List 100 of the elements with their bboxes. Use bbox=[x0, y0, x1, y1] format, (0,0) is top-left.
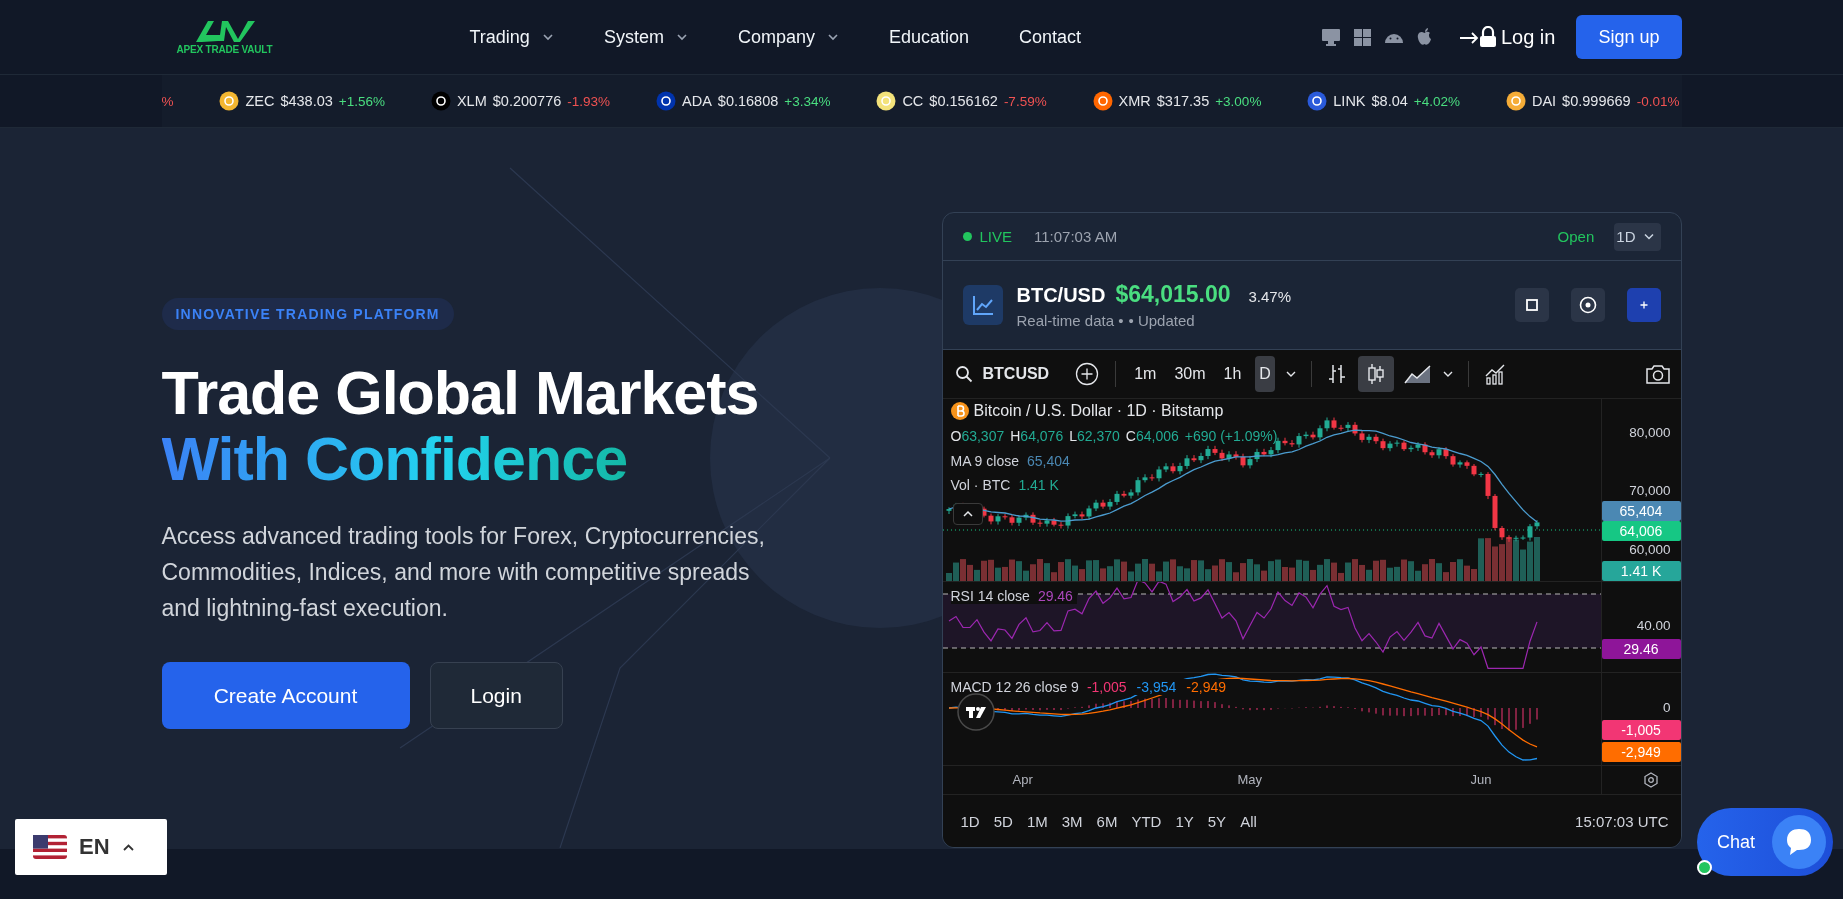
axis-label: 70,000 bbox=[1629, 483, 1671, 498]
price-label: 64,006 bbox=[1601, 521, 1681, 541]
chevron-up-icon bbox=[121, 842, 135, 852]
ohlc-value: 63,307 bbox=[961, 428, 1005, 444]
ticker-change: -1.93% bbox=[567, 93, 611, 109]
pair-name: BTC/USD bbox=[1016, 284, 1106, 307]
range-button[interactable]: 5D bbox=[987, 812, 1019, 830]
nav-link[interactable]: Company bbox=[737, 26, 839, 48]
caret-icon bbox=[1643, 233, 1654, 240]
utc-time: 15:07:03 UTC bbox=[1575, 812, 1669, 830]
create-account-button[interactable]: Create Account bbox=[161, 662, 410, 729]
symbol-search[interactable]: BTCUSD bbox=[982, 365, 1050, 383]
settings-icon[interactable] bbox=[1642, 772, 1659, 788]
monitor-icon[interactable] bbox=[1320, 28, 1341, 46]
clock-time: 11:07:03 AM bbox=[1034, 228, 1118, 245]
interval-tab[interactable]: 1m bbox=[1130, 356, 1161, 392]
caret-icon[interactable] bbox=[1441, 370, 1454, 378]
indicator-value: 65,404 bbox=[1027, 453, 1070, 469]
ticker-symbol: XMR bbox=[1118, 93, 1151, 109]
chat-button[interactable]: Chat bbox=[1697, 808, 1833, 876]
collapse-button[interactable] bbox=[952, 503, 983, 525]
indicator-value: -3,954 bbox=[1136, 679, 1177, 695]
range-button[interactable]: 5Y bbox=[1201, 812, 1233, 830]
interval-tab[interactable]: D bbox=[1255, 356, 1275, 392]
windows-icon[interactable] bbox=[1353, 28, 1371, 46]
indicator-label: Vol · BTC bbox=[950, 477, 1011, 493]
indicator-label: RSI 14 close bbox=[950, 588, 1030, 604]
coin-icon bbox=[656, 91, 676, 111]
range-button[interactable]: 1Y bbox=[1169, 812, 1200, 830]
ticker-change: +4.02% bbox=[1413, 93, 1460, 109]
add-circle-icon[interactable] bbox=[1075, 362, 1100, 386]
square-icon bbox=[1525, 299, 1538, 311]
ticker-price: $317.35 bbox=[1156, 93, 1210, 109]
coin-icon bbox=[1092, 91, 1113, 111]
range-button[interactable]: 1M bbox=[1020, 812, 1054, 830]
nav-link[interactable]: Trading bbox=[469, 26, 554, 48]
ticker-symbol: CC bbox=[902, 93, 924, 109]
indicators-icon[interactable] bbox=[1482, 362, 1507, 386]
language-selector[interactable]: EN bbox=[15, 819, 167, 875]
coin-icon bbox=[1505, 91, 1526, 111]
coin-icon bbox=[219, 91, 240, 111]
ticker-change: +3.00% bbox=[1215, 93, 1262, 109]
area-chart-icon[interactable] bbox=[1403, 363, 1432, 385]
apple-icon[interactable] bbox=[1416, 28, 1432, 46]
indicator-value: 29.46 bbox=[1037, 588, 1073, 604]
ticker-price: $0.999669 bbox=[1562, 93, 1631, 109]
nav-link[interactable]: System bbox=[603, 26, 688, 48]
plus-icon bbox=[1639, 301, 1648, 309]
indicator-value: 1.41 K bbox=[1018, 477, 1059, 493]
range-button[interactable]: 6M bbox=[1090, 812, 1124, 830]
ticker-price: $8.04 bbox=[1371, 93, 1408, 109]
caret-icon[interactable] bbox=[1284, 370, 1297, 378]
range-button[interactable]: 1D bbox=[954, 812, 986, 830]
nav-link[interactable]: Contact bbox=[1019, 26, 1082, 48]
ohlc-value: 62,370 bbox=[1076, 428, 1120, 444]
axis-label: 80,000 bbox=[1629, 425, 1671, 440]
login-link[interactable]: Log in bbox=[1458, 25, 1556, 49]
indicator-label: MACD 12 26 close 9 bbox=[950, 679, 1079, 695]
price-label: 1.41 K bbox=[1601, 561, 1681, 581]
axis-label: Apr bbox=[1012, 772, 1033, 787]
interval-select[interactable]: 1D bbox=[1614, 222, 1661, 251]
hero-title: Trade Global Markets bbox=[161, 360, 759, 426]
axis-label: Jun bbox=[1470, 772, 1492, 787]
axis-label: 40.00 bbox=[1636, 618, 1671, 633]
nav-link[interactable]: Education bbox=[888, 26, 969, 48]
interval-tab[interactable]: 1h bbox=[1219, 356, 1246, 392]
search-icon[interactable] bbox=[954, 365, 973, 383]
target-icon bbox=[1578, 296, 1597, 314]
indicator-value: -2,949 bbox=[1186, 679, 1226, 695]
ticker-symbol: ADA bbox=[682, 93, 712, 109]
login-button[interactable]: Login bbox=[429, 662, 563, 729]
data-source-label: Real-time data • bbox=[1016, 312, 1124, 329]
ticker-symbol: XLM bbox=[456, 93, 487, 109]
record-button[interactable] bbox=[1570, 288, 1605, 322]
axis-label: May bbox=[1237, 772, 1263, 787]
login-icon bbox=[1458, 26, 1499, 48]
chart-title: Bitcoin / U.S. Dollar · 1D · Bitstamp bbox=[973, 402, 1224, 420]
ticker-symbol: LINK bbox=[1333, 93, 1366, 109]
range-button[interactable]: All bbox=[1234, 812, 1263, 830]
hero-description: Access advanced trading tools for Forex, Cryptocurrencies, Commodities, Indices, and more with competitive spreads and lightning-fast execution. bbox=[161, 522, 766, 623]
add-button[interactable] bbox=[1626, 288, 1661, 322]
ticker-price: $438.03 bbox=[280, 93, 333, 109]
stop-button[interactable] bbox=[1514, 288, 1549, 322]
line-chart-icon bbox=[962, 285, 1003, 325]
axis-label: 0 bbox=[1663, 700, 1671, 715]
indicator-label: MA 9 close bbox=[950, 453, 1019, 469]
camera-icon[interactable] bbox=[1644, 363, 1671, 385]
us-flag-icon bbox=[33, 835, 67, 859]
market-status: Open bbox=[1557, 228, 1595, 245]
range-button[interactable]: YTD bbox=[1125, 812, 1168, 830]
ticker-price: $0.200776 bbox=[492, 93, 562, 109]
ticker-change: +3.34% bbox=[784, 93, 831, 109]
interval-tab[interactable]: 30m bbox=[1170, 356, 1210, 392]
range-button[interactable]: 3M bbox=[1055, 812, 1089, 830]
ohlc-change: +690 (+1.09%) bbox=[1184, 428, 1278, 444]
ticker-change: % bbox=[161, 93, 174, 109]
ticker-symbol: ZEC bbox=[245, 93, 275, 109]
ohlc-label: O bbox=[950, 428, 962, 444]
pair-price: $64,015.00 bbox=[1115, 281, 1231, 308]
signup-button[interactable]: Sign up bbox=[1576, 15, 1682, 59]
